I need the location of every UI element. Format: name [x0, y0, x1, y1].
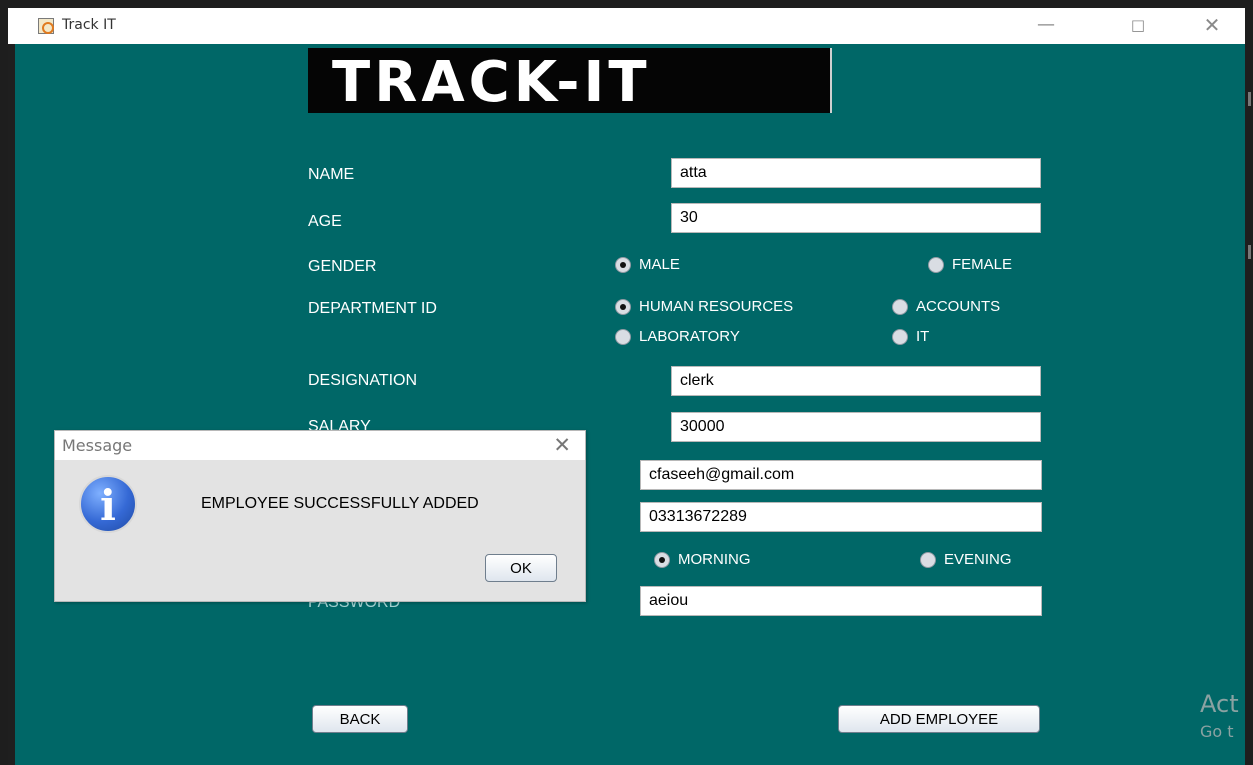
window-titlebar[interactable]: Track IT — □ ✕	[8, 8, 1245, 44]
unselected-radio-icon	[615, 328, 631, 345]
window-left-edge	[8, 44, 15, 765]
department-it-radio[interactable]: IT	[892, 328, 929, 345]
dialog-title: Message	[62, 436, 133, 455]
close-window-button[interactable]: ✕	[1194, 12, 1230, 38]
salary-input[interactable]: 30000	[671, 412, 1041, 442]
password-input[interactable]: aeiou	[640, 586, 1042, 616]
department-laboratory-label: LABORATORY	[639, 328, 740, 345]
windows-activation-line-2: Go t	[1200, 722, 1234, 741]
gender-female-label: FEMALE	[952, 256, 1013, 273]
gender-male-radio[interactable]: MALE	[615, 256, 680, 273]
message-dialog: Message ✕ i EMPLOYEE SUCCESSFULLY ADDED …	[54, 430, 586, 602]
department-human-resources-radio[interactable]: HUMAN RESOURCES	[615, 298, 793, 315]
ok-button[interactable]: OK	[485, 554, 557, 582]
window-title: Track IT	[62, 17, 116, 33]
shift-morning-label: MORNING	[678, 551, 751, 568]
name-input[interactable]: atta	[671, 158, 1041, 188]
name-label: NAME	[308, 166, 355, 183]
selected-radio-icon	[654, 551, 670, 568]
gender-label: GENDER	[308, 258, 377, 275]
unselected-radio-icon	[928, 256, 944, 273]
track-it-logo: TRACK-IT	[308, 48, 832, 115]
shift-evening-label: EVENING	[944, 551, 1012, 568]
logo-text: TRACK-IT	[332, 50, 651, 115]
department-accounts-label: ACCOUNTS	[916, 298, 1001, 315]
shift-evening-radio[interactable]: EVENING	[920, 551, 1012, 568]
department-it-label: IT	[916, 328, 930, 345]
maximize-button[interactable]: □	[1120, 12, 1156, 38]
department-accounts-radio[interactable]: ACCOUNTS	[892, 298, 1000, 315]
right-edge-marker	[1248, 245, 1251, 259]
unselected-radio-icon	[892, 298, 908, 315]
unselected-radio-icon	[920, 551, 936, 568]
dialog-titlebar[interactable]: Message ✕	[55, 431, 585, 460]
designation-label: DESIGNATION	[308, 372, 418, 389]
age-label: AGE	[308, 213, 342, 230]
department-id-label: DEPARTMENT ID	[308, 300, 437, 317]
email-input[interactable]: cfaseeh@gmail.com	[640, 460, 1042, 490]
department-laboratory-radio[interactable]: LABORATORY	[615, 328, 740, 345]
track-it-window: Track IT — □ ✕ TRACK-IT NAME atta AGE 30…	[8, 8, 1245, 765]
dialog-message: EMPLOYEE SUCCESSFULLY ADDED	[201, 495, 479, 512]
dialog-close-button[interactable]: ✕	[553, 431, 571, 460]
age-input[interactable]: 30	[671, 203, 1041, 233]
java-app-icon	[38, 18, 54, 34]
selected-radio-icon	[615, 256, 631, 273]
add-employee-button[interactable]: ADD EMPLOYEE	[838, 705, 1040, 733]
minimize-button[interactable]: —	[1028, 12, 1064, 38]
unselected-radio-icon	[892, 328, 908, 345]
back-button[interactable]: BACK	[312, 705, 408, 733]
shift-morning-radio[interactable]: MORNING	[654, 551, 751, 568]
gender-female-radio[interactable]: FEMALE	[928, 256, 1012, 273]
selected-radio-icon	[615, 298, 631, 315]
right-edge-marker	[1248, 92, 1251, 106]
phone-input[interactable]: 03313672289	[640, 502, 1042, 532]
department-human-resources-label: HUMAN RESOURCES	[639, 298, 794, 315]
gender-male-label: MALE	[639, 256, 680, 273]
windows-activation-line-1: Act	[1200, 690, 1239, 718]
info-icon-letter: i	[100, 481, 116, 530]
designation-input[interactable]: clerk	[671, 366, 1041, 396]
info-icon: i	[79, 475, 137, 533]
